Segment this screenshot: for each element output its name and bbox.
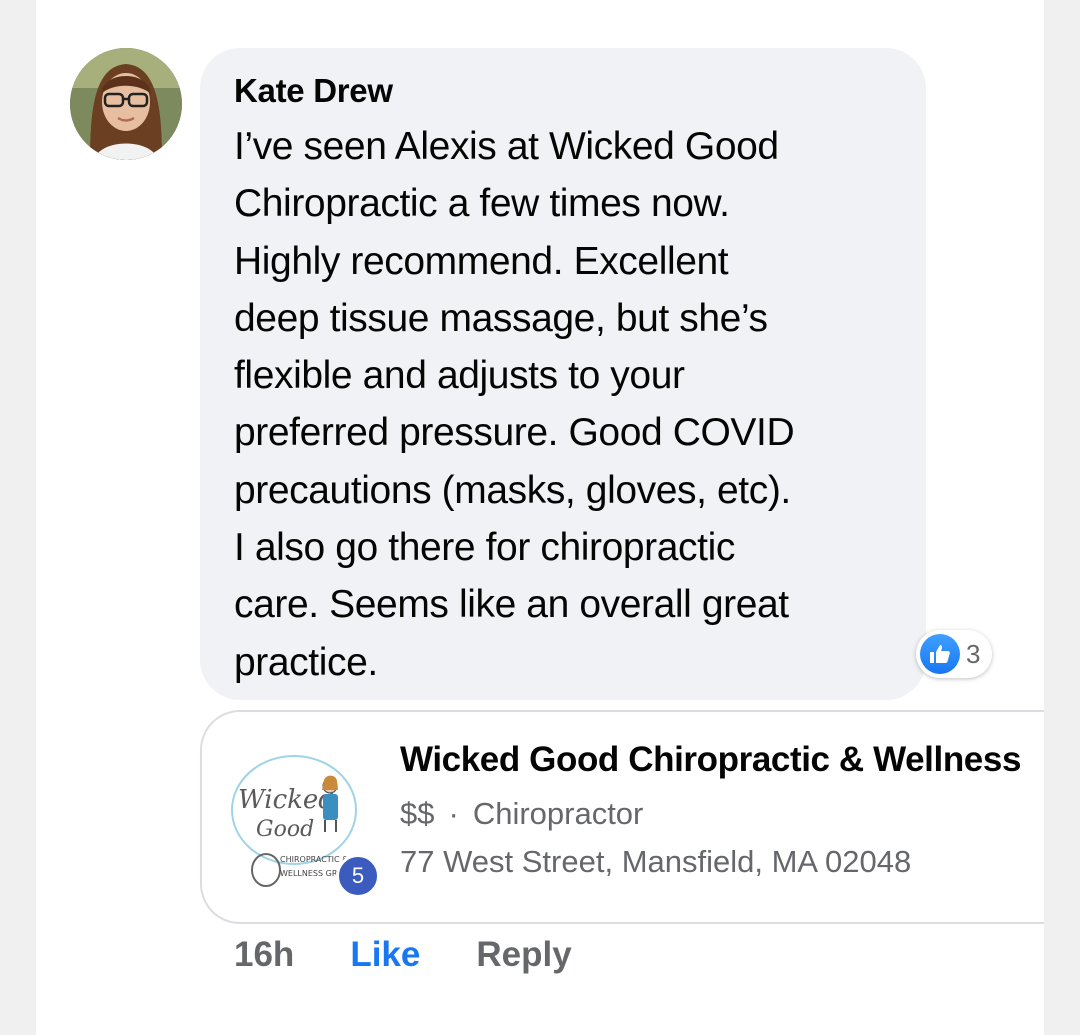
notification-badge: 5 <box>336 854 380 898</box>
meta-separator: · <box>448 796 459 831</box>
price-range: $$ <box>400 796 435 831</box>
logo-text-good: Good <box>256 817 314 842</box>
logo-text-wicked: Wicked <box>238 785 335 815</box>
reaction-summary[interactable]: 3 <box>916 630 993 678</box>
comment-timestamp[interactable]: 16h <box>234 935 294 975</box>
reply-button[interactable]: Reply <box>476 935 571 975</box>
business-category: Chiropractor <box>472 796 644 831</box>
business-address: 77 West Street, Mansfield, MA 02048 <box>400 844 912 879</box>
business-name[interactable]: Wicked Good Chiropractic & Wellness <box>400 740 1040 780</box>
thumbs-up-icon <box>920 634 960 674</box>
reaction-count: 3 <box>966 638 981 669</box>
recommendation-card[interactable]: Wicked Good CHIROPRACTIC & WELLNESS GRP … <box>200 710 1044 924</box>
logo-text-wellness: WELLNESS GRP <box>280 869 342 878</box>
avatar[interactable] <box>70 48 182 160</box>
like-button[interactable]: Like <box>350 935 420 975</box>
comment-actions: 16h Like Reply <box>234 935 572 975</box>
comment-thread: Kate Drew I’ve seen Alexis at Wicked Goo… <box>36 0 1044 1035</box>
profile-photo-icon <box>70 48 182 160</box>
comment-author[interactable]: Kate Drew <box>234 72 393 110</box>
logo-text-chiropractic: CHIROPRACTIC & <box>280 855 348 864</box>
comment-bubble: Kate Drew I’ve seen Alexis at Wicked Goo… <box>200 48 993 700</box>
comment-text: I’ve seen Alexis at Wicked Good Chiropra… <box>234 125 795 684</box>
business-meta: $$ · Chiropractor <box>400 796 643 832</box>
